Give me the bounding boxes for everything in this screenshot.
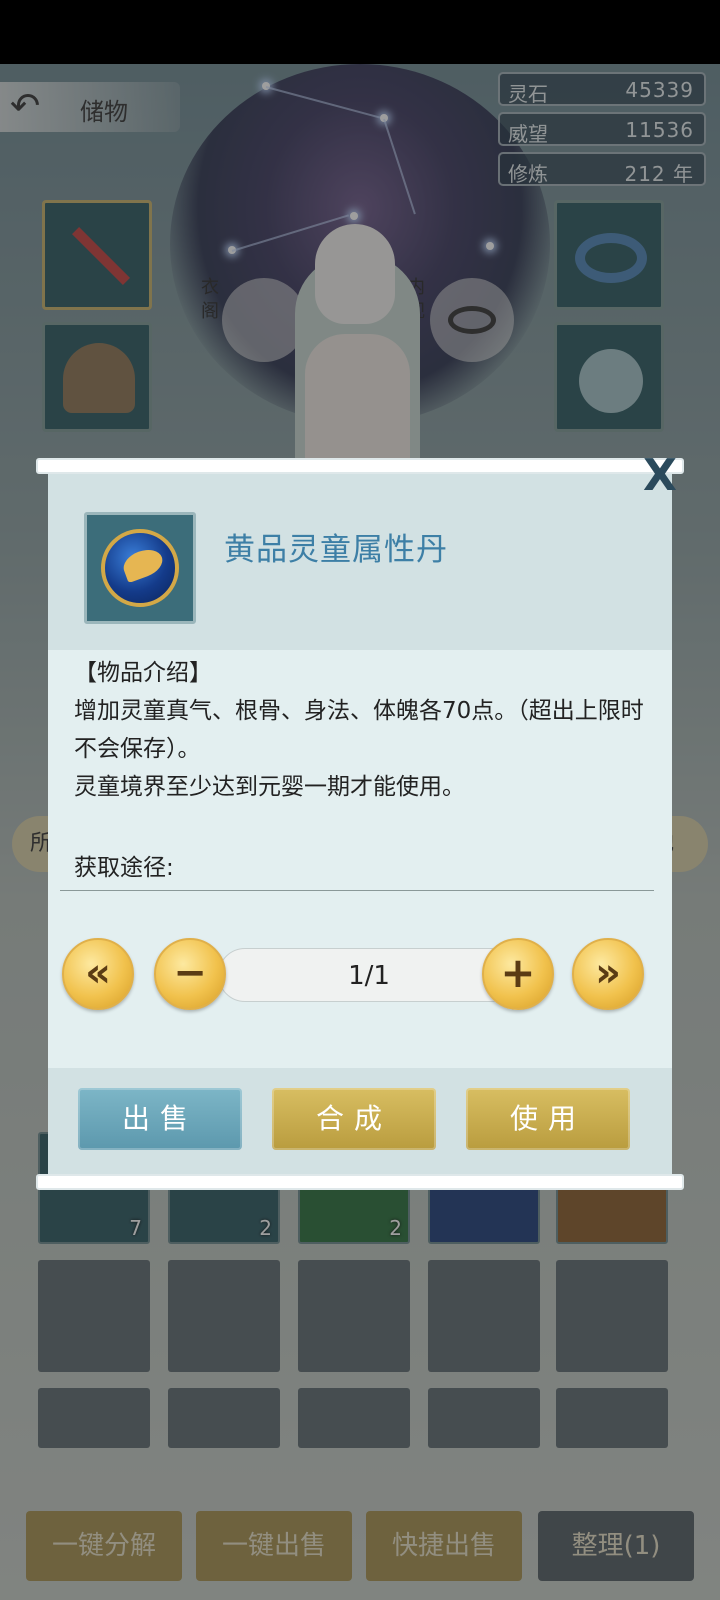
- status-bar: [0, 0, 720, 64]
- double-right-icon: »: [595, 950, 621, 996]
- plus-icon: +: [500, 948, 536, 997]
- double-left-icon: «: [85, 950, 111, 996]
- dialog-panel: 黄品灵童属性丹 【物品介绍】 增加灵童真气、根骨、身法、体魄各70点。（超出上限…: [48, 470, 672, 1178]
- quantity-value: 1/1: [348, 961, 390, 991]
- minus-icon: −: [173, 950, 207, 996]
- item-description: 【物品介绍】 增加灵童真气、根骨、身法、体魄各70点。（超出上限时不会保存）。 …: [74, 654, 654, 806]
- quantity-decrease-button[interactable]: −: [154, 938, 226, 1010]
- combine-button[interactable]: 合成: [272, 1088, 436, 1150]
- dialog-header: 黄品灵童属性丹: [48, 470, 672, 650]
- use-button[interactable]: 使用: [466, 1088, 630, 1150]
- description-text: 增加灵童真气、根骨、身法、体魄各70点。（超出上限时不会保存）。: [74, 698, 644, 762]
- item-name: 黄品灵童属性丹: [224, 532, 448, 568]
- scroll-rod-top: [36, 458, 684, 474]
- item-icon: [84, 512, 196, 624]
- scroll-rod-bottom: [36, 1174, 684, 1190]
- quantity-max-button[interactable]: »: [572, 938, 644, 1010]
- description-requirement: 灵童境界至少达到元婴一期才能使用。: [74, 774, 465, 800]
- action-bar: 出售 合成 使用: [48, 1068, 672, 1178]
- quantity-field[interactable]: 1/1: [218, 948, 518, 1002]
- divider: [60, 890, 654, 891]
- quantity-increase-button[interactable]: +: [482, 938, 554, 1010]
- close-icon[interactable]: X: [636, 454, 684, 502]
- item-detail-dialog: 黄品灵童属性丹 【物品介绍】 增加灵童真气、根骨、身法、体魄各70点。（超出上限…: [36, 454, 684, 1190]
- source-label: 获取途径:: [74, 855, 174, 881]
- description-heading: 【物品介绍】: [74, 660, 212, 686]
- quantity-min-button[interactable]: «: [62, 938, 134, 1010]
- sell-button[interactable]: 出售: [78, 1088, 242, 1150]
